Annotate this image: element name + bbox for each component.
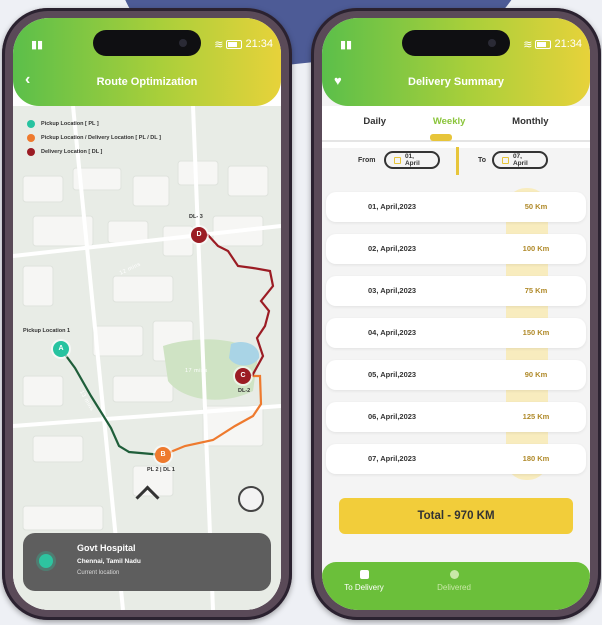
- active-tab-indicator: [430, 134, 452, 141]
- calendar-icon: [502, 156, 509, 164]
- list-item[interactable]: 04, April,2023 150 Km: [326, 318, 586, 348]
- row-date: 05, April,2023: [368, 370, 417, 379]
- row-date: 04, April,2023: [368, 328, 417, 337]
- legend-label: Pickup Location [ PL ]: [41, 121, 99, 127]
- nav-label: To Delivery: [344, 583, 384, 592]
- from-label: From: [358, 157, 376, 164]
- total-distance-button[interactable]: Total - 970 KM: [339, 498, 573, 534]
- delivered-icon: [449, 570, 459, 579]
- row-km: 90 Km: [524, 370, 548, 379]
- status-bar: ▮▮ ≋ 21:34: [31, 36, 273, 52]
- marker-b[interactable]: B: [155, 447, 171, 463]
- row-date: 01, April,2023: [368, 202, 417, 211]
- wifi-icon: ≋: [523, 38, 533, 51]
- signal-icon: ▮▮: [340, 38, 353, 51]
- bottom-nav: To Delivery Delivered: [322, 562, 590, 610]
- tab-monthly[interactable]: Monthly: [512, 116, 548, 127]
- nav-delivered[interactable]: Delivered: [414, 570, 494, 592]
- list-item[interactable]: 01, April,2023 50 Km: [326, 192, 586, 222]
- marker-b-label: PL 2 | DL 1: [147, 467, 175, 473]
- list-item[interactable]: 03, April,2023 75 Km: [326, 276, 586, 306]
- marker-c-label: DL-2: [238, 388, 251, 394]
- row-date: 03, April,2023: [368, 286, 417, 295]
- to-date-picker[interactable]: 07, April: [492, 151, 548, 169]
- battery-icon: [226, 39, 243, 49]
- signal-icon: ▮▮: [31, 38, 44, 51]
- location-name: Govt Hospital: [77, 543, 136, 553]
- box-icon: [359, 570, 369, 579]
- legend-dot-icon: [27, 120, 35, 128]
- locate-button[interactable]: [238, 486, 264, 512]
- status-time: 21:34: [554, 38, 582, 50]
- phone-delivery-summary: ▮▮ ≋ 21:34 ♥ Delivery Summary Daily Week…: [311, 8, 601, 620]
- nav-label: Delivered: [437, 583, 471, 592]
- marker-a-label: Pickup Location 1: [23, 328, 71, 334]
- tab-weekly[interactable]: Weekly: [433, 116, 466, 127]
- row-date: 06, April,2023: [368, 412, 417, 421]
- distance-list: 01, April,2023 50 Km 02, April,2023 100 …: [322, 182, 590, 482]
- row-km: 100 Km: [522, 244, 550, 253]
- page-title: Route Optimization: [96, 76, 198, 88]
- calendar-icon: [394, 156, 401, 164]
- list-item[interactable]: 05, April,2023 90 Km: [326, 360, 586, 390]
- period-tabs: Daily Weekly Monthly: [322, 116, 590, 127]
- phone-route-optimization: ▮▮ ≋ 21:34 Pickup Location [PL] Pickup…: [2, 8, 292, 620]
- location-dot-icon: [39, 554, 53, 568]
- marker-d-label: DL- 3: [189, 214, 203, 220]
- current-location-card[interactable]: Govt Hospital Chennai, Tamil Nadu Curren…: [23, 533, 271, 591]
- wifi-icon: ≋: [214, 38, 224, 51]
- legend-item-pickup: Pickup Location [ PL ]: [27, 120, 161, 128]
- eta-label: 17 mins: [185, 368, 208, 374]
- row-date: 02, April,2023: [368, 244, 417, 253]
- to-label: To: [478, 157, 487, 164]
- row-km: 75 Km: [524, 286, 548, 295]
- route-map[interactable]: Pickup Location [ PL ] Pickup Location /…: [13, 106, 281, 610]
- filter-divider: [456, 147, 459, 175]
- route-screen: ▮▮ ≋ 21:34 Pickup Location [PL] Pickup…: [13, 18, 281, 610]
- from-date-value: 01, April: [404, 153, 420, 167]
- legend-label: Pickup Location / Delivery Location [ PL…: [41, 135, 161, 141]
- legend-dot-icon: [27, 134, 35, 142]
- status-time: 21:34: [245, 38, 273, 50]
- map-legend: Pickup Location [ PL ] Pickup Location /…: [27, 120, 161, 162]
- status-bar: ▮▮ ≋ 21:34: [340, 36, 582, 52]
- nav-to-delivery[interactable]: To Delivery: [324, 570, 404, 592]
- location-subtitle: Current location: [77, 570, 120, 576]
- summary-screen: ▮▮ ≋ 21:34 ♥ Delivery Summary Daily Week…: [322, 18, 590, 610]
- row-date: 07, April,2023: [368, 454, 417, 463]
- row-km: 50 Km: [524, 202, 548, 211]
- to-date-value: 07, April: [512, 153, 528, 167]
- row-km: 180 Km: [522, 454, 550, 463]
- date-filter: From 01, April To 07, April: [322, 147, 590, 175]
- legend-dot-icon: [27, 148, 35, 156]
- legend-item-delivery: Delivery Location [ DL ]: [27, 148, 161, 156]
- legend-label: Delivery Location [ DL ]: [41, 149, 103, 155]
- marker-a[interactable]: A: [53, 341, 69, 357]
- marker-d[interactable]: D: [191, 227, 207, 243]
- marker-c[interactable]: C: [235, 368, 251, 384]
- row-km: 150 Km: [522, 328, 550, 337]
- page-title: Delivery Summary: [408, 76, 504, 88]
- tab-daily[interactable]: Daily: [363, 116, 386, 127]
- list-item[interactable]: 02, April,2023 100 Km: [326, 234, 586, 264]
- list-item[interactable]: 07, April,2023 180 Km: [326, 444, 586, 474]
- from-date-picker[interactable]: 01, April: [384, 151, 440, 169]
- row-km: 125 Km: [522, 412, 550, 421]
- tab-underline: [322, 140, 590, 142]
- battery-icon: [535, 39, 552, 49]
- legend-item-pickup-delivery: Pickup Location / Delivery Location [ PL…: [27, 134, 161, 142]
- list-item[interactable]: 06, April,2023 125 Km: [326, 402, 586, 432]
- location-city: Chennai, Tamil Nadu: [77, 558, 141, 565]
